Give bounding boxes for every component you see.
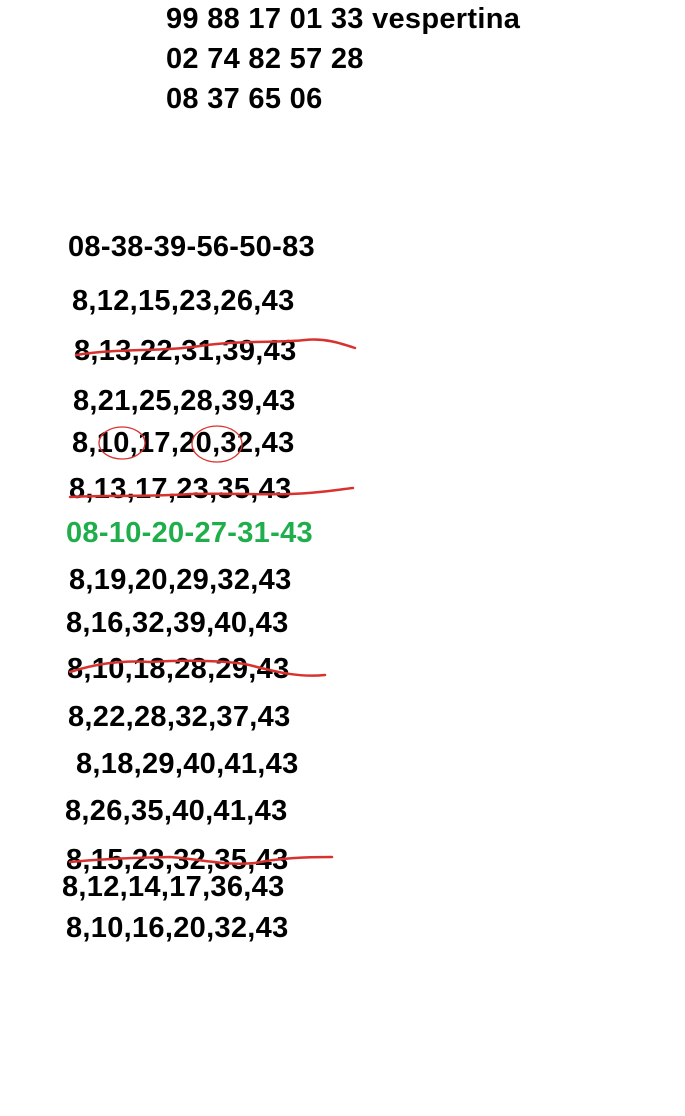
combination-line: 8,12,14,17,36,43: [62, 871, 285, 903]
combination-line: 08-38-39-56-50-83: [68, 231, 315, 263]
combination-line: 8,16,32,39,40,43: [66, 607, 289, 639]
combination-line: 8,10,16,20,32,43: [66, 912, 289, 944]
header-line-1: 99 88 17 01 33 vespertina: [166, 3, 521, 35]
combination-line: 8,22,28,32,37,43: [68, 701, 291, 733]
combination-line: 8,12,15,23,26,43: [72, 285, 295, 317]
combination-line-struck: 8,10,18,28,29,43: [67, 653, 290, 685]
combination-line: 8,19,20,29,32,43: [69, 564, 292, 596]
combination-line-struck: 8,13,17,23,35,43: [69, 473, 292, 505]
combination-line: 8,18,29,40,41,43: [76, 748, 299, 780]
annotation-overlay: [68, 338, 357, 865]
combination-line-highlighted: 08-10-20-27-31-43: [66, 517, 313, 549]
combination-line-circled: 8,10,17,20,32,43: [72, 427, 295, 459]
combination-line: 8,26,35,40,41,43: [65, 795, 288, 827]
combination-line-struck: 8,13,22,31,39,43: [74, 335, 297, 367]
combination-line: 8,21,25,28,39,43: [73, 385, 296, 417]
header-line-2: 02 74 82 57 28: [166, 43, 364, 75]
header-line-3: 08 37 65 06: [166, 83, 323, 115]
